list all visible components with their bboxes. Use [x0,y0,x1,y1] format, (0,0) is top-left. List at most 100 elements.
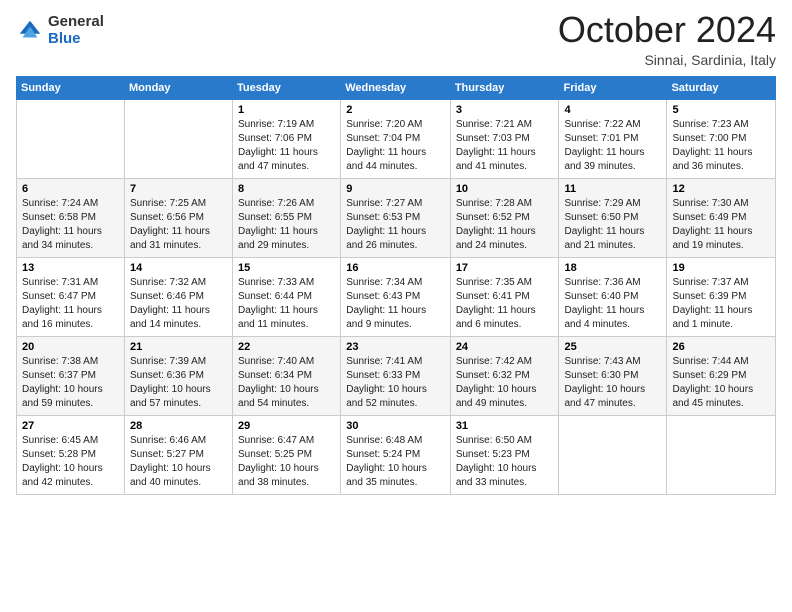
day-number: 31 [456,420,554,432]
col-wednesday: Wednesday [341,76,451,99]
day-number: 23 [346,341,445,353]
day-info: Sunrise: 6:48 AMSunset: 5:24 PMDaylight:… [346,434,445,490]
calendar-cell: 7 Sunrise: 7:25 AMSunset: 6:56 PMDaylight… [124,178,232,257]
day-number: 8 [238,183,335,195]
logo-text: General Blue [48,14,104,47]
day-info: Sunrise: 7:25 AMSunset: 6:56 PMDaylight:… [130,197,227,253]
day-info: Sunrise: 7:38 AMSunset: 6:37 PMDaylight:… [22,355,119,411]
day-number: 4 [564,104,661,116]
day-info: Sunrise: 7:22 AMSunset: 7:01 PMDaylight:… [564,118,661,174]
location-title: Sinnai, Sardinia, Italy [558,52,776,68]
calendar-cell: 10 Sunrise: 7:28 AMSunset: 6:52 PMDayligh… [450,178,559,257]
calendar-cell: 16 Sunrise: 7:34 AMSunset: 6:43 PMDayligh… [341,257,451,336]
day-info: Sunrise: 7:26 AMSunset: 6:55 PMDaylight:… [238,197,335,253]
day-info: Sunrise: 7:40 AMSunset: 6:34 PMDaylight:… [238,355,335,411]
calendar-cell: 6Sunrise: 7:24 AMSunset: 6:58 PMDaylight… [17,178,125,257]
day-number: 9 [346,183,445,195]
calendar-cell: 5Sunrise: 7:23 AMSunset: 7:00 PMDaylight… [667,99,776,178]
calendar-cell [559,415,667,494]
day-info: Sunrise: 7:28 AMSunset: 6:52 PMDaylight:… [456,197,554,253]
calendar-cell: 21 Sunrise: 7:39 AMSunset: 6:36 PMDayligh… [124,336,232,415]
day-number: 15 [238,262,335,274]
calendar-cell [17,99,125,178]
calendar-cell: 26Sunrise: 7:44 AMSunset: 6:29 PMDayligh… [667,336,776,415]
calendar-cell: 4 Sunrise: 7:22 AMSunset: 7:01 PMDaylight… [559,99,667,178]
day-info: Sunrise: 7:30 AMSunset: 6:49 PMDaylight:… [672,197,770,253]
day-number: 16 [346,262,445,274]
calendar-cell: 30 Sunrise: 6:48 AMSunset: 5:24 PMDayligh… [341,415,451,494]
day-number: 1 [238,104,335,116]
calendar-week-2: 6Sunrise: 7:24 AMSunset: 6:58 PMDaylight… [17,178,776,257]
col-monday: Monday [124,76,232,99]
calendar-cell: 28 Sunrise: 6:46 AMSunset: 5:27 PMDayligh… [124,415,232,494]
day-info: Sunrise: 7:29 AMSunset: 6:50 PMDaylight:… [564,197,661,253]
col-friday: Friday [559,76,667,99]
col-sunday: Sunday [17,76,125,99]
day-info: Sunrise: 7:37 AMSunset: 6:39 PMDaylight:… [672,276,770,332]
day-info: Sunrise: 6:50 AMSunset: 5:23 PMDaylight:… [456,434,554,490]
logo-icon [16,17,44,45]
day-number: 10 [456,183,554,195]
day-info: Sunrise: 7:27 AMSunset: 6:53 PMDaylight:… [346,197,445,253]
day-info: Sunrise: 7:39 AMSunset: 6:36 PMDaylight:… [130,355,227,411]
calendar-week-1: 1Sunrise: 7:19 AMSunset: 7:06 PMDaylight… [17,99,776,178]
calendar-cell: 3Sunrise: 7:21 AMSunset: 7:03 PMDaylight… [450,99,559,178]
calendar-cell: 14 Sunrise: 7:32 AMSunset: 6:46 PMDayligh… [124,257,232,336]
logo-general: General [48,14,104,31]
day-number: 6 [22,183,119,195]
day-info: Sunrise: 7:20 AMSunset: 7:04 PMDaylight:… [346,118,445,174]
calendar-cell: 25 Sunrise: 7:43 AMSunset: 6:30 PMDayligh… [559,336,667,415]
day-info: Sunrise: 7:34 AMSunset: 6:43 PMDaylight:… [346,276,445,332]
day-number: 25 [564,341,661,353]
day-number: 13 [22,262,119,274]
day-number: 7 [130,183,227,195]
col-thursday: Thursday [450,76,559,99]
day-number: 30 [346,420,445,432]
day-number: 28 [130,420,227,432]
day-number: 12 [672,183,770,195]
day-number: 3 [456,104,554,116]
day-number: 18 [564,262,661,274]
day-number: 20 [22,341,119,353]
calendar-week-4: 20 Sunrise: 7:38 AMSunset: 6:37 PMDayligh… [17,336,776,415]
col-tuesday: Tuesday [233,76,341,99]
day-number: 19 [672,262,770,274]
logo-blue: Blue [48,31,104,48]
calendar-cell: 18 Sunrise: 7:36 AMSunset: 6:40 PMDayligh… [559,257,667,336]
header: General Blue October 2024 Sinnai, Sardin… [16,10,776,68]
calendar-week-3: 13 Sunrise: 7:31 AMSunset: 6:47 PMDayligh… [17,257,776,336]
day-info: Sunrise: 7:41 AMSunset: 6:33 PMDaylight:… [346,355,445,411]
day-info: Sunrise: 7:32 AMSunset: 6:46 PMDaylight:… [130,276,227,332]
day-info: Sunrise: 7:36 AMSunset: 6:40 PMDaylight:… [564,276,661,332]
calendar-cell: 22 Sunrise: 7:40 AMSunset: 6:34 PMDayligh… [233,336,341,415]
calendar-cell: 11Sunrise: 7:29 AMSunset: 6:50 PMDayligh… [559,178,667,257]
calendar-table: Sunday Monday Tuesday Wednesday Thursday… [16,76,776,495]
day-number: 29 [238,420,335,432]
day-info: Sunrise: 6:45 AMSunset: 5:28 PMDaylight:… [22,434,119,490]
calendar-week-5: 27 Sunrise: 6:45 AMSunset: 5:28 PMDayligh… [17,415,776,494]
day-info: Sunrise: 7:42 AMSunset: 6:32 PMDaylight:… [456,355,554,411]
calendar-cell: 24Sunrise: 7:42 AMSunset: 6:32 PMDayligh… [450,336,559,415]
calendar-cell: 23 Sunrise: 7:41 AMSunset: 6:33 PMDayligh… [341,336,451,415]
calendar-cell: 12 Sunrise: 7:30 AMSunset: 6:49 PMDayligh… [667,178,776,257]
day-number: 22 [238,341,335,353]
day-info: Sunrise: 6:47 AMSunset: 5:25 PMDaylight:… [238,434,335,490]
day-info: Sunrise: 7:31 AMSunset: 6:47 PMDaylight:… [22,276,119,332]
logo: General Blue [16,14,104,47]
day-number: 27 [22,420,119,432]
calendar-cell: 17 Sunrise: 7:35 AMSunset: 6:41 PMDayligh… [450,257,559,336]
day-info: Sunrise: 6:46 AMSunset: 5:27 PMDaylight:… [130,434,227,490]
day-number: 17 [456,262,554,274]
day-info: Sunrise: 7:23 AMSunset: 7:00 PMDaylight:… [672,118,770,174]
calendar-cell: 8 Sunrise: 7:26 AMSunset: 6:55 PMDaylight… [233,178,341,257]
page: General Blue October 2024 Sinnai, Sardin… [0,0,792,612]
calendar-cell: 2Sunrise: 7:20 AMSunset: 7:04 PMDaylight… [341,99,451,178]
day-number: 14 [130,262,227,274]
month-title: October 2024 [558,10,776,50]
day-info: Sunrise: 7:43 AMSunset: 6:30 PMDaylight:… [564,355,661,411]
calendar-cell: 19 Sunrise: 7:37 AMSunset: 6:39 PMDayligh… [667,257,776,336]
day-number: 21 [130,341,227,353]
calendar-cell [667,415,776,494]
day-info: Sunrise: 7:35 AMSunset: 6:41 PMDaylight:… [456,276,554,332]
col-saturday: Saturday [667,76,776,99]
